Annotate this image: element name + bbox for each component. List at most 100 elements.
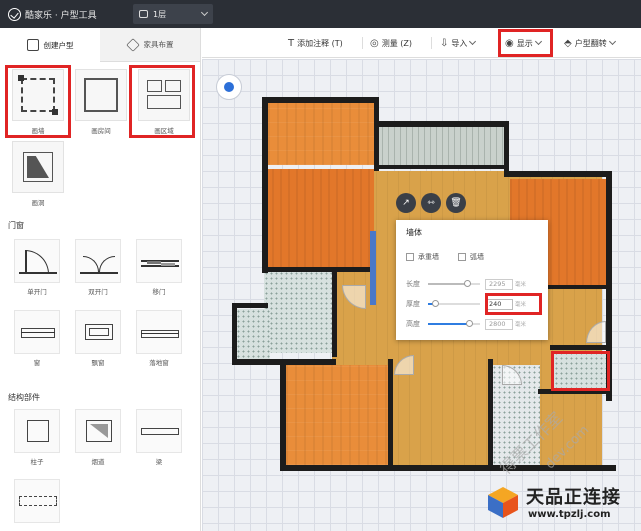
item-label: 双开门 — [88, 288, 108, 296]
wall[interactable] — [262, 267, 374, 272]
import-button[interactable]: ⇩ 导入 — [440, 35, 477, 51]
item-double-door[interactable]: 双开门 — [72, 239, 124, 296]
curve-wall-button[interactable]: ↗ — [396, 193, 416, 213]
length-input[interactable]: 2295 — [485, 278, 513, 290]
tool-label: 画房间 — [91, 127, 111, 135]
item-wall-opening[interactable] — [11, 479, 63, 523]
window-frame — [21, 328, 55, 338]
room-outline — [84, 78, 118, 112]
highlight-box — [129, 65, 195, 138]
wall[interactable] — [550, 345, 610, 350]
wall[interactable] — [488, 359, 493, 469]
checkbox — [458, 253, 466, 261]
left-tabs: 创建户型 家具布置 — [0, 28, 200, 62]
height-slider[interactable] — [428, 320, 480, 327]
wall-properties-panel: 墙体 承重墙 弧墙 长度 2295 毫米 厚度 240 毫米 高度 2800 毫… — [396, 220, 548, 340]
app-title: 酷家乐 · 户型工具 — [25, 10, 97, 21]
item-label: 窗 — [33, 359, 41, 367]
wall[interactable] — [232, 303, 237, 365]
delete-wall-button[interactable]: 🗑 — [446, 193, 466, 213]
floor-select-value: 1层 — [153, 9, 167, 19]
sliding-door-icon — [136, 239, 182, 283]
wall[interactable] — [262, 97, 378, 103]
add-annotation-button[interactable]: T 添加注释 (T) — [288, 35, 343, 51]
item-flue[interactable]: 烟道 — [72, 409, 124, 466]
measure-label: 测量 (Z) — [381, 38, 412, 48]
wall-panel-title: 墙体 — [406, 228, 422, 237]
bedroom-bottom[interactable] — [286, 365, 392, 465]
highlight-box — [551, 351, 610, 391]
trash-icon: 🗑 — [450, 198, 462, 208]
split-wall-button[interactable]: ⇿ — [421, 193, 441, 213]
item-sliding-door[interactable]: 移门 — [133, 239, 185, 296]
tab-label: 家具布置 — [143, 40, 174, 49]
app-logo[interactable]: 酷家乐 · 户型工具 — [0, 7, 120, 21]
length-label: 长度 — [406, 280, 420, 288]
bedroom-left[interactable] — [264, 169, 374, 269]
wall[interactable] — [332, 267, 337, 357]
item-single-door[interactable]: 单开门 — [11, 239, 63, 296]
item-window[interactable]: 窗 — [11, 310, 63, 367]
balcony[interactable] — [376, 127, 504, 165]
wall[interactable] — [374, 121, 508, 127]
import-label: 导入 — [451, 38, 468, 48]
slider-knob[interactable] — [466, 320, 473, 327]
beam-icon — [136, 409, 182, 453]
item-beam[interactable]: 梁 — [133, 409, 185, 466]
bathroom-left[interactable] — [264, 271, 334, 353]
flip-floorplan-button[interactable]: ⬘ 户型翻转 — [564, 35, 616, 51]
tab-create-floorplan[interactable]: 创建户型 — [0, 28, 100, 62]
checkbox-label: 承重墙 — [418, 253, 439, 261]
slider-knob[interactable] — [464, 280, 471, 287]
compass-icon[interactable] — [216, 74, 242, 100]
wall[interactable] — [374, 165, 508, 169]
height-row: 高度 2800 毫米 — [406, 318, 544, 330]
item-bay-window[interactable]: 飘窗 — [72, 310, 124, 367]
floor-select[interactable]: 1层 — [133, 4, 213, 24]
item-french-window[interactable]: 落地窗 — [133, 310, 185, 367]
tool-draw-room[interactable]: 画房间 — [71, 69, 131, 135]
wall[interactable] — [374, 97, 379, 171]
bearing-wall-checkbox[interactable]: 承重墙 — [406, 252, 439, 262]
beam-shape — [141, 428, 179, 435]
wall[interactable] — [504, 171, 612, 177]
slide-panel — [147, 261, 161, 264]
wall[interactable] — [262, 97, 268, 273]
wall[interactable] — [280, 465, 616, 471]
wall[interactable] — [232, 303, 268, 308]
flue-icon — [75, 409, 121, 453]
text-icon: T — [288, 37, 295, 49]
unit-label: 毫米 — [515, 282, 527, 288]
length-slider[interactable] — [428, 280, 480, 287]
wall-line — [80, 272, 118, 274]
chevron-down-icon — [200, 8, 209, 17]
watermark-brand: 天品正连接 www.tpzlj.com — [486, 479, 641, 531]
measure-button[interactable]: ◎ 测量 (Z) — [370, 35, 412, 51]
highlight-box — [498, 29, 553, 57]
draw-hole-icon — [12, 141, 64, 193]
item-column[interactable]: 柱子 — [11, 409, 63, 466]
height-input[interactable]: 2800 — [485, 318, 513, 330]
checkbox — [406, 253, 414, 261]
bathroom-annex[interactable] — [236, 309, 270, 359]
section-title-doors-windows: 门窗 — [8, 221, 24, 230]
wall[interactable] — [388, 359, 393, 469]
add-annotation-label: 添加注释 (T) — [297, 38, 343, 48]
slider-knob[interactable] — [432, 300, 439, 307]
arc-wall-checkbox[interactable]: 弧墙 — [458, 252, 484, 262]
wall[interactable] — [504, 121, 509, 175]
split-icon: ⇿ — [427, 198, 435, 208]
thickness-slider[interactable] — [428, 300, 480, 307]
bay-inner — [89, 328, 109, 336]
wall[interactable] — [280, 359, 286, 471]
brand-cube-icon — [488, 487, 518, 518]
selected-wall[interactable] — [370, 231, 376, 305]
bay-window-icon — [75, 310, 121, 354]
draw-room-icon — [75, 69, 127, 121]
tool-label: 画洞 — [31, 199, 45, 207]
bedroom-top[interactable] — [268, 103, 376, 165]
tool-draw-hole[interactable]: 画洞 — [8, 141, 68, 207]
thickness-label: 厚度 — [406, 300, 420, 308]
tab-furniture[interactable]: 家具布置 — [100, 28, 200, 62]
window-pane — [21, 332, 55, 333]
